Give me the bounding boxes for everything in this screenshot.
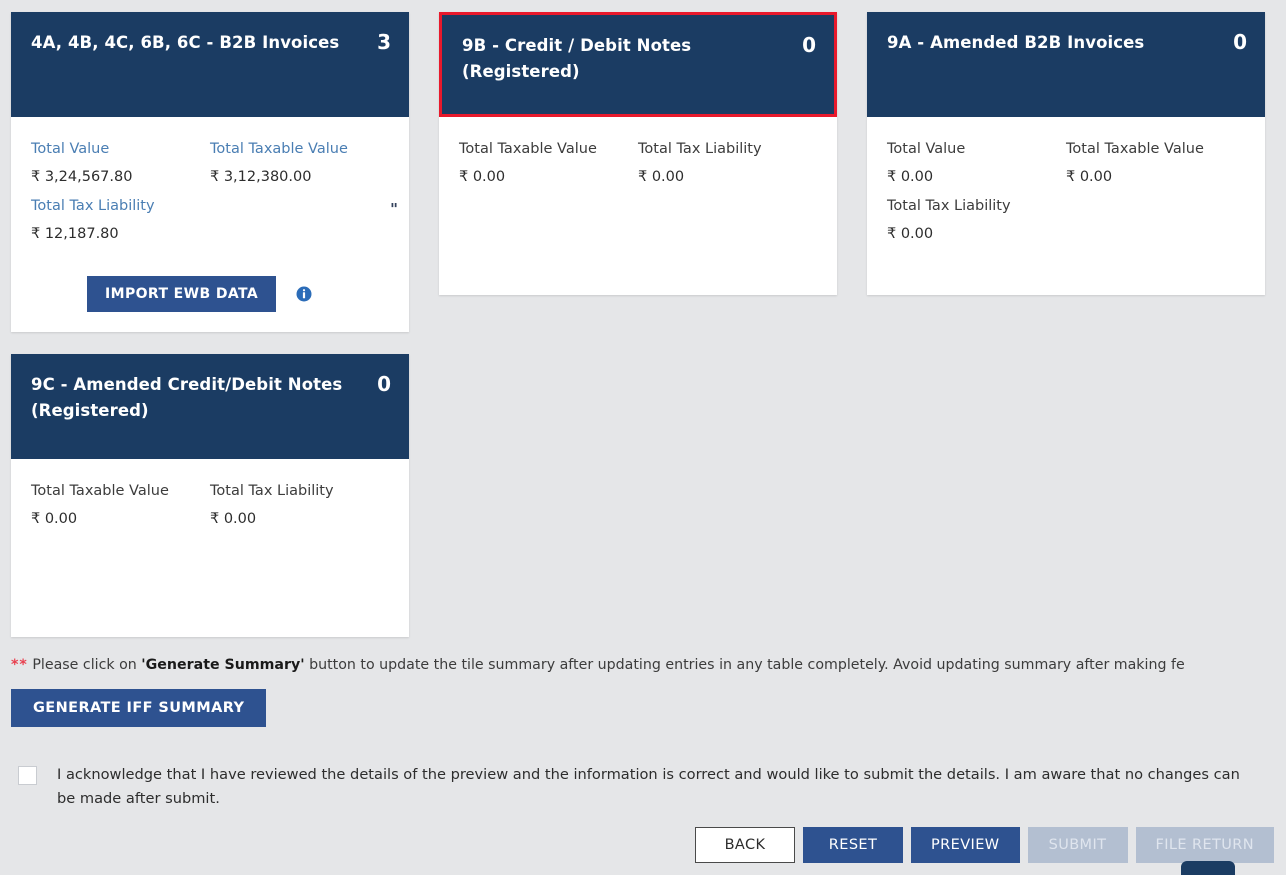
tile-actions: IMPORT EWB DATA bbox=[11, 276, 409, 332]
stat-value: ₹ 3,12,380.00 bbox=[210, 169, 312, 186]
tile-amended-credit-debit-notes-registered[interactable]: 9C - Amended Credit/Debit Notes (Registe… bbox=[11, 354, 409, 637]
stat-column: Total Taxable Value ₹ 3,12,380.00 bbox=[210, 135, 389, 248]
tile-row: 9C - Amended Credit/Debit Notes (Registe… bbox=[11, 354, 1276, 637]
tile-title: 9C - Amended Credit/Debit Notes (Registe… bbox=[31, 375, 343, 420]
stat-grid: Total Taxable Value ₹ 0.00 Total Tax Lia… bbox=[31, 477, 389, 534]
stat-label: Total Taxable Value bbox=[31, 483, 169, 499]
stat-column: Total Taxable Value ₹ 0.00 bbox=[459, 135, 638, 192]
tile-count: 3 bbox=[377, 30, 391, 54]
tile-header-highlighted[interactable]: 9B - Credit / Debit Notes (Registered) 0 bbox=[439, 12, 837, 117]
stat-label: Total Taxable Value bbox=[210, 141, 348, 157]
submit-button: SUBMIT bbox=[1027, 827, 1128, 863]
tile-credit-debit-notes-registered[interactable]: 9B - Credit / Debit Notes (Registered) 0… bbox=[439, 12, 837, 295]
stat-value: ₹ 0.00 bbox=[210, 511, 257, 528]
scroll-to-top-button[interactable] bbox=[1181, 861, 1235, 875]
stat-label: Total Value bbox=[887, 141, 966, 157]
acknowledge-checkbox[interactable] bbox=[18, 766, 37, 785]
tile-title: 9B - Credit / Debit Notes (Registered) bbox=[462, 36, 692, 81]
tile-row: 4A, 4B, 4C, 6B, 6C - B2B Invoices 3 Tota… bbox=[11, 12, 1276, 332]
stat-label: Total Tax Liability bbox=[887, 197, 1011, 214]
import-ewb-data-button[interactable]: IMPORT EWB DATA bbox=[87, 276, 277, 312]
note-part-two: button to update the tile summary after … bbox=[304, 657, 1185, 673]
iff-summary-page: 4A, 4B, 4C, 6B, 6C - B2B Invoices 3 Tota… bbox=[0, 0, 1286, 875]
stat-value: ₹ 12,187.80 bbox=[31, 225, 119, 242]
preview-button[interactable]: PREVIEW bbox=[911, 827, 1020, 863]
tile-b2b-invoices[interactable]: 4A, 4B, 4C, 6B, 6C - B2B Invoices 3 Tota… bbox=[11, 12, 409, 332]
tile-title: 4A, 4B, 4C, 6B, 6C - B2B Invoices bbox=[31, 33, 340, 52]
footer-button-bar: BACK RESET PREVIEW SUBMIT FILE RETURN bbox=[695, 827, 1274, 863]
stat-label: Total Tax Liability bbox=[31, 197, 155, 214]
acknowledge-label: I acknowledge that I have reviewed the d… bbox=[57, 766, 1240, 808]
tile-grid: 4A, 4B, 4C, 6B, 6C - B2B Invoices 3 Tota… bbox=[11, 12, 1276, 659]
tile-body: Total Taxable Value ₹ 0.00 Total Tax Lia… bbox=[439, 117, 837, 295]
stat-grid: Total Taxable Value ₹ 0.00 Total Tax Lia… bbox=[459, 135, 817, 192]
generate-iff-summary-button[interactable]: GENERATE IFF SUMMARY bbox=[11, 689, 267, 727]
note-bold-text: 'Generate Summary' bbox=[141, 657, 305, 673]
stat-value: ₹ 0.00 bbox=[31, 511, 78, 528]
stat-value: ₹ 0.00 bbox=[887, 225, 934, 242]
tile-count: 0 bbox=[1233, 30, 1247, 54]
stat-value: ₹ 3,24,567.80 bbox=[31, 169, 133, 186]
tile-header[interactable]: 9C - Amended Credit/Debit Notes (Registe… bbox=[11, 354, 409, 459]
stat-column: Total Taxable Value ₹ 0.00 bbox=[1066, 135, 1245, 248]
tile-body: Total Value ₹ 0.00 Total Tax Liability ₹… bbox=[867, 117, 1265, 295]
stat-column: Total Value ₹ 3,24,567.80 Total Tax Liab… bbox=[31, 135, 210, 248]
reset-button[interactable]: RESET bbox=[803, 827, 904, 863]
stat-value: ₹ 0.00 bbox=[1066, 169, 1113, 186]
stat-value: ₹ 0.00 bbox=[887, 169, 934, 186]
stat-label: Total Tax Liability bbox=[210, 483, 334, 499]
file-return-button: FILE RETURN bbox=[1135, 827, 1274, 863]
tile-count: 0 bbox=[802, 33, 816, 57]
tile-header[interactable]: 4A, 4B, 4C, 6B, 6C - B2B Invoices 3 bbox=[11, 12, 409, 117]
tile-body: Total Value ₹ 3,24,567.80 Total Tax Liab… bbox=[11, 117, 409, 276]
stat-column: Total Tax Liability ₹ 0.00 bbox=[210, 477, 389, 534]
back-button[interactable]: BACK bbox=[695, 827, 796, 863]
tile-amended-b2b-invoices[interactable]: 9A - Amended B2B Invoices 0 Total Value … bbox=[867, 12, 1265, 295]
quote-mark-icon: " bbox=[390, 200, 398, 218]
stat-grid: Total Value ₹ 3,24,567.80 Total Tax Liab… bbox=[31, 135, 389, 248]
stat-column: Total Tax Liability ₹ 0.00 bbox=[638, 135, 817, 192]
note-part-one: Please click on bbox=[27, 657, 142, 673]
summary-note: ** Please click on 'Generate Summary' bu… bbox=[11, 655, 1286, 676]
stat-grid: Total Value ₹ 0.00 Total Tax Liability ₹… bbox=[887, 135, 1245, 248]
acknowledge-row: I acknowledge that I have reviewed the d… bbox=[18, 763, 1258, 811]
tile-title: 9A - Amended B2B Invoices bbox=[887, 33, 1145, 52]
note-asterisks: ** bbox=[11, 657, 28, 673]
stat-column: Total Value ₹ 0.00 Total Tax Liability ₹… bbox=[887, 135, 1066, 248]
stat-label: Total Taxable Value bbox=[1066, 141, 1204, 157]
info-icon[interactable] bbox=[296, 286, 312, 302]
stat-label: Total Taxable Value bbox=[459, 141, 597, 157]
tile-header[interactable]: 9A - Amended B2B Invoices 0 bbox=[867, 12, 1265, 117]
tile-count: 0 bbox=[377, 372, 391, 396]
stat-value: ₹ 0.00 bbox=[459, 169, 506, 186]
stat-value: ₹ 0.00 bbox=[638, 169, 685, 186]
stat-label: Total Tax Liability bbox=[638, 141, 762, 157]
tile-body: Total Taxable Value ₹ 0.00 Total Tax Lia… bbox=[11, 459, 409, 637]
stat-label: Total Value bbox=[31, 141, 110, 157]
stat-column: Total Taxable Value ₹ 0.00 bbox=[31, 477, 210, 534]
